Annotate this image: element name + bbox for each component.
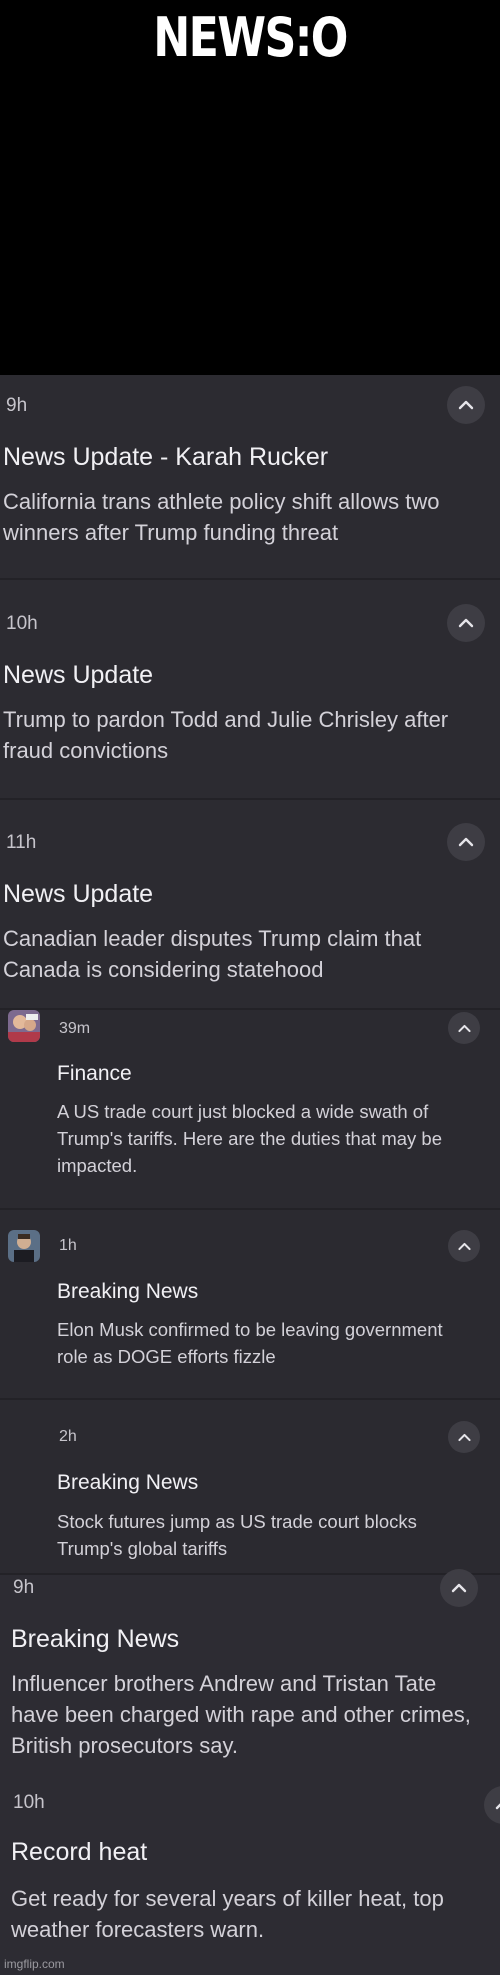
notification-time: 11h	[6, 832, 37, 853]
chevron-up-icon	[451, 1583, 467, 1593]
notification-time: 2h	[59, 1428, 77, 1445]
notification-title: Breaking News	[57, 1471, 199, 1494]
notification-title: Breaking News	[11, 1625, 180, 1653]
chevron-up-icon	[458, 400, 474, 410]
notification-title: Breaking News	[57, 1280, 199, 1303]
collapse-button[interactable]	[447, 386, 485, 424]
avatar	[8, 1010, 40, 1042]
notification-card[interactable]: 1h Breaking News Elon Musk confirmed to …	[0, 1210, 500, 1400]
notification-time: 1h	[59, 1237, 77, 1254]
header-title: NEWS:O	[153, 6, 348, 69]
notification-body: Get ready for several years of killer he…	[11, 1886, 444, 1942]
collapse-button[interactable]	[484, 1786, 500, 1824]
notification-title: Finance	[57, 1062, 132, 1085]
notification-card[interactable]: 9h Breaking News Influencer brothers And…	[0, 1569, 500, 1770]
notification-title: News Update	[3, 661, 154, 689]
notification-title: Record heat	[11, 1838, 148, 1866]
collapse-button[interactable]	[447, 604, 485, 642]
notification-time: 9h	[13, 1577, 35, 1598]
notification-card[interactable]: 2h Breaking News Stock futures jump as U…	[0, 1400, 500, 1575]
notification-card[interactable]: 10h Record heat Get ready for several ye…	[0, 1770, 500, 1975]
notification-card[interactable]: 9h News Update - Karah Rucker California…	[0, 375, 500, 580]
avatar	[8, 1230, 40, 1262]
collapse-button[interactable]	[448, 1421, 480, 1453]
notification-time: 39m	[59, 1020, 91, 1037]
collapse-button[interactable]	[447, 823, 485, 861]
notification-card[interactable]: 39m Finance A US trade court just blocke…	[0, 1010, 500, 1210]
notification-card[interactable]: 11h News Update Canadian leader disputes…	[0, 800, 500, 1010]
notification-time: 10h	[6, 613, 38, 634]
collapse-button[interactable]	[448, 1012, 480, 1044]
chevron-up-icon	[457, 1242, 471, 1250]
notification-body: Canadian leader disputes Trump claim tha…	[3, 926, 422, 982]
notification-body: Elon Musk confirmed to be leaving govern…	[57, 1319, 443, 1367]
collapse-button[interactable]	[440, 1569, 478, 1607]
notification-time: 9h	[6, 395, 28, 416]
notification-body: Trump to pardon Todd and Julie Chrisley …	[3, 707, 449, 763]
notification-body: California trans athlete policy shift al…	[3, 489, 440, 545]
notification-time: 10h	[13, 1792, 45, 1813]
notification-body: Influencer brothers Andrew and Tristan T…	[11, 1671, 471, 1758]
chevron-up-icon	[458, 837, 474, 847]
collapse-button[interactable]	[448, 1230, 480, 1262]
notification-body: Stock futures jump as US trade court blo…	[57, 1511, 417, 1559]
notification-card[interactable]: 10h News Update Trump to pardon Todd and…	[0, 580, 500, 800]
meme-header: NEWS:O	[0, 0, 500, 375]
watermark: imgflip.com	[4, 1957, 65, 1971]
chevron-up-icon	[495, 1803, 500, 1810]
chevron-up-icon	[457, 1024, 471, 1032]
chevron-up-icon	[457, 1433, 471, 1441]
notification-title: News Update - Karah Rucker	[3, 443, 329, 471]
chevron-up-icon	[458, 618, 474, 628]
notification-title: News Update	[3, 880, 154, 908]
notification-body: A US trade court just blocked a wide swa…	[57, 1101, 443, 1176]
